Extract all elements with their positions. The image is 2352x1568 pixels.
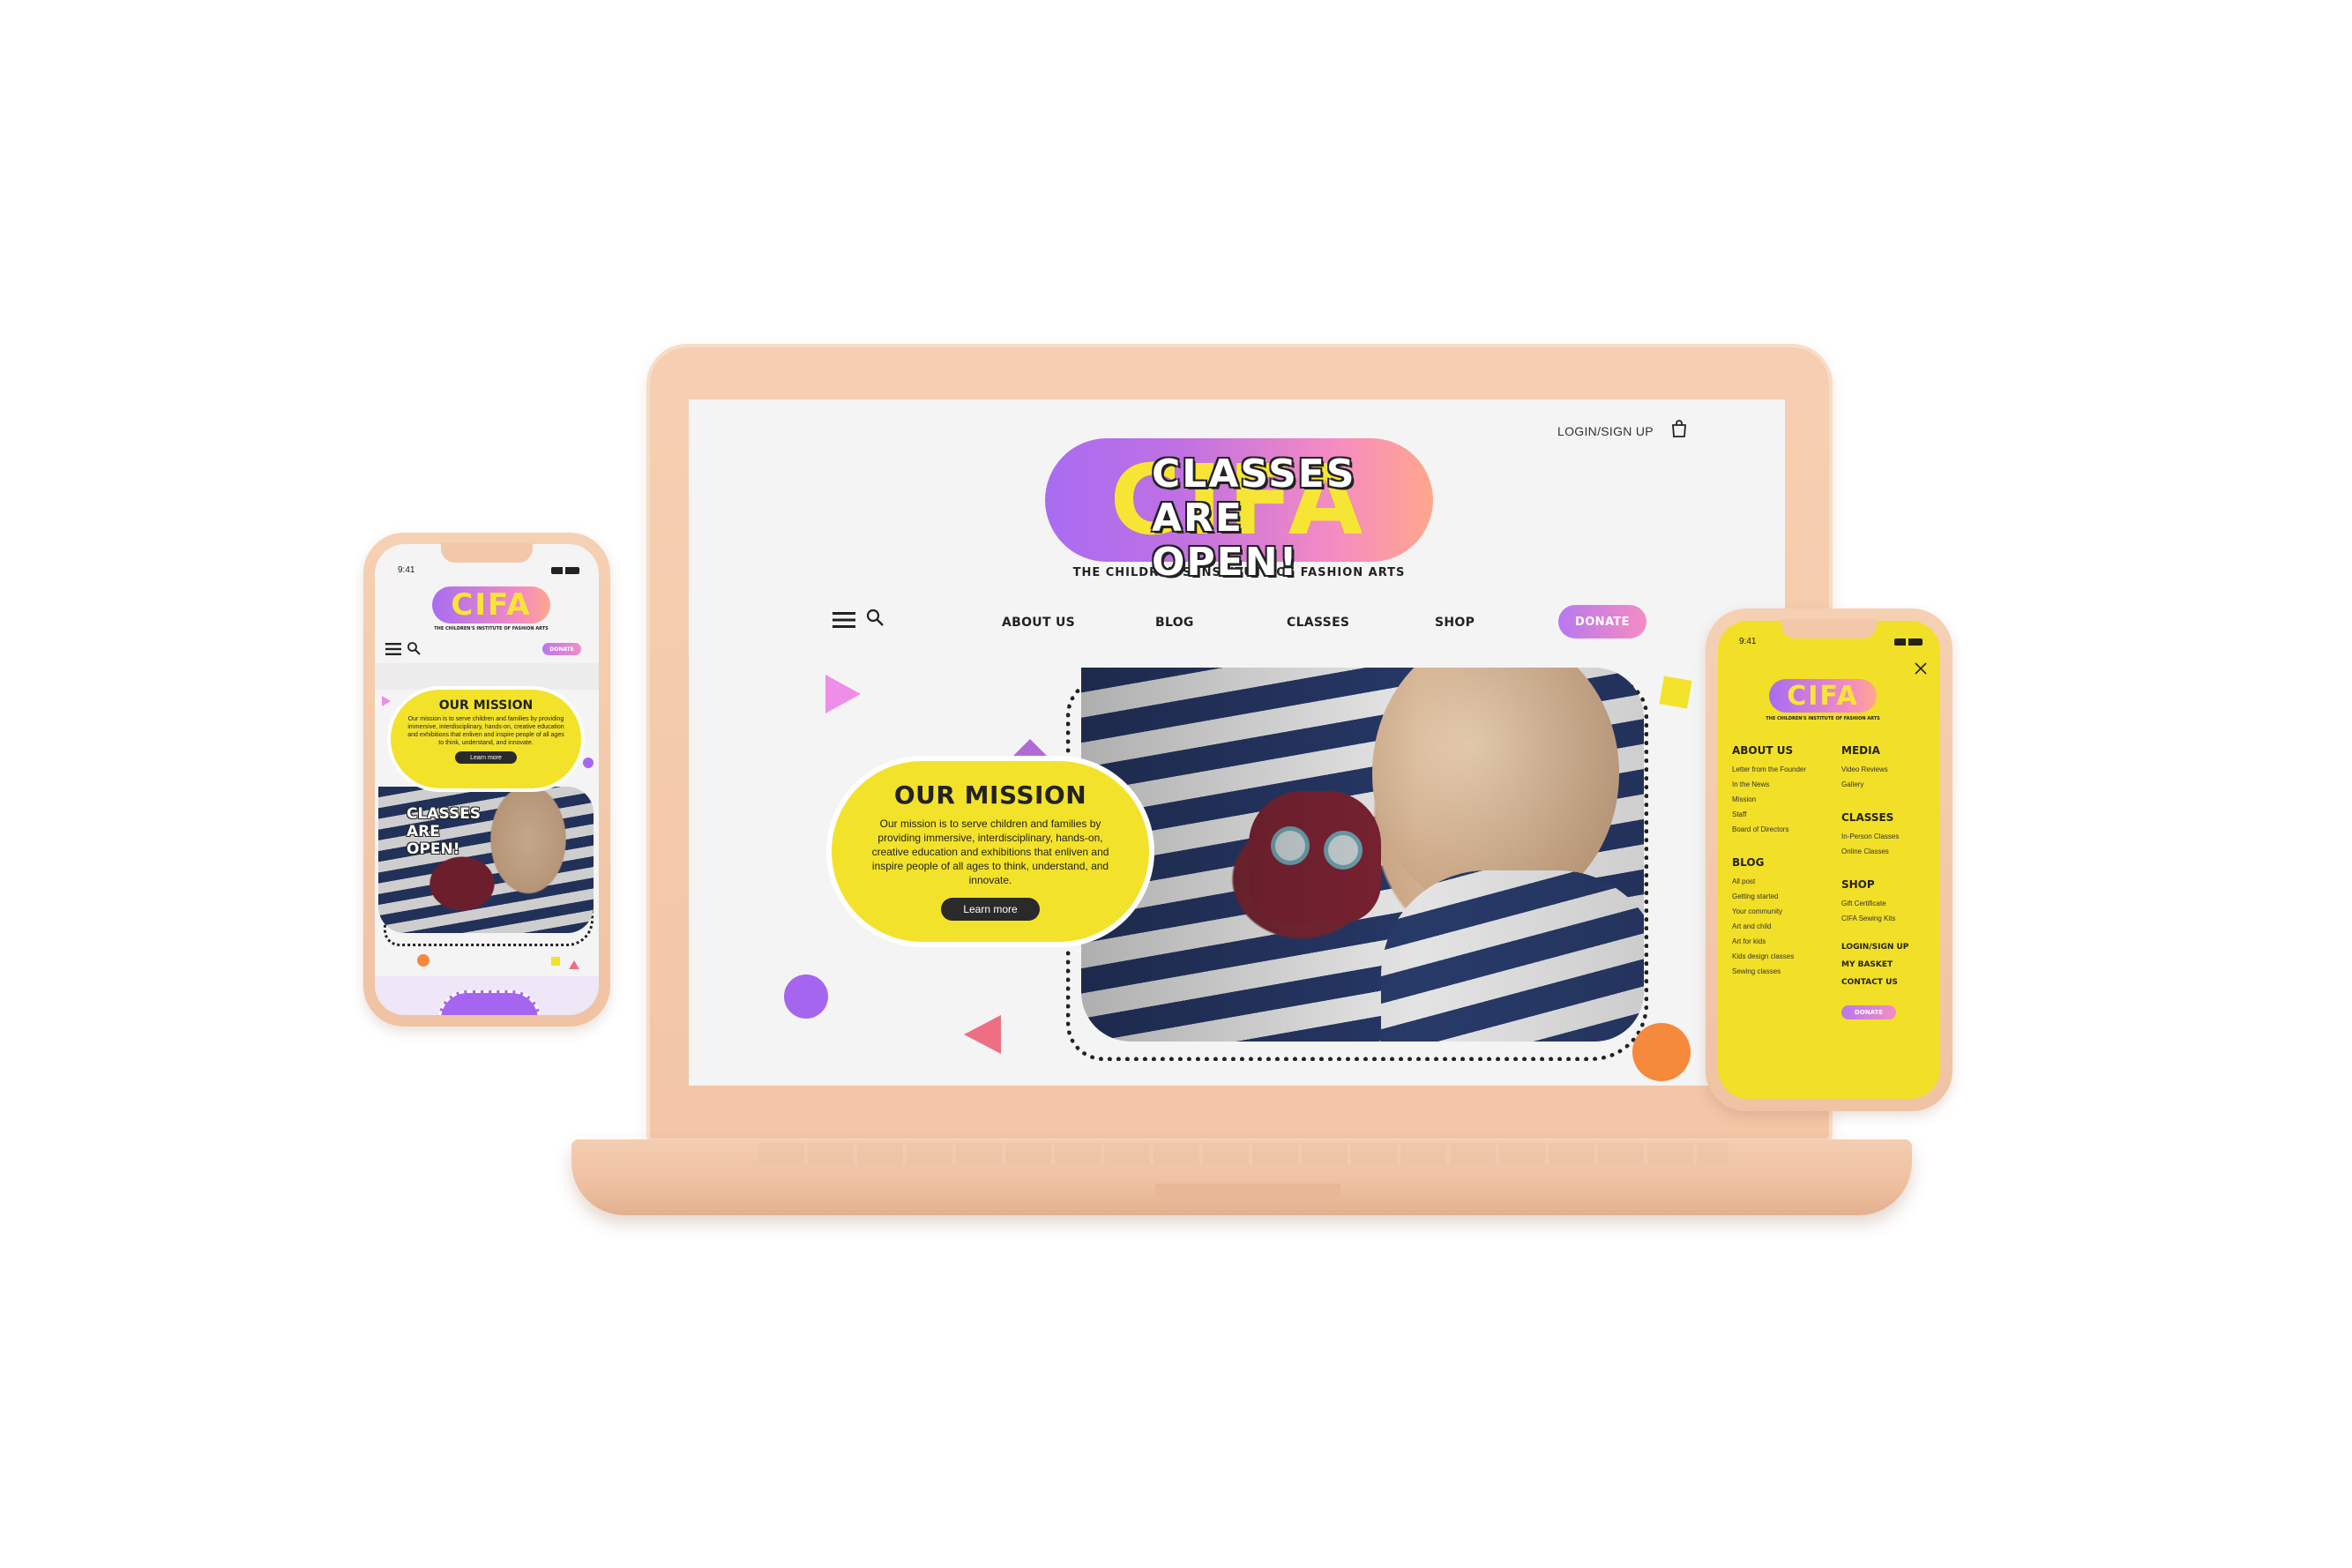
menu-link[interactable]: Staff bbox=[1732, 807, 1833, 822]
decor-triangle-coral bbox=[569, 960, 579, 969]
mobile-cifa-logo[interactable]: CIFA bbox=[432, 586, 550, 623]
decor-circle-orange bbox=[1632, 1023, 1691, 1081]
mobile-website-menu: 9:41 CIFA THE CHILDREN'S INSTITUTE OF FA… bbox=[1718, 621, 1940, 1099]
menu-link[interactable]: Art for kids bbox=[1732, 934, 1833, 949]
mobile-tagline: THE CHILDREN'S INSTITUTE OF FASHION ARTS bbox=[434, 626, 549, 631]
nav-blog[interactable]: BLOG bbox=[1155, 616, 1194, 630]
decor-circle-purple bbox=[583, 758, 594, 768]
mobile-next-section-badge bbox=[438, 990, 541, 1015]
menu-link[interactable]: Getting started bbox=[1732, 889, 1833, 904]
menu-tagline: THE CHILDREN'S INSTITUTE OF FASHION ARTS bbox=[1766, 716, 1880, 721]
close-icon[interactable] bbox=[1914, 661, 1928, 676]
laptop-trackpad-notch bbox=[1155, 1183, 1340, 1201]
menu-donate-button[interactable]: DONATE bbox=[1841, 1005, 1896, 1019]
login-signup-link[interactable]: LOGIN/SIGN UP bbox=[1557, 424, 1654, 438]
menu-blog-title[interactable]: BLOG bbox=[1732, 856, 1833, 869]
menu-classes-title[interactable]: CLASSES bbox=[1841, 811, 1934, 824]
menu-link[interactable]: Kids design classes bbox=[1732, 949, 1833, 964]
status-time: 9:41 bbox=[1739, 637, 1757, 646]
mission-title: OUR MISSION bbox=[893, 780, 1087, 810]
hamburger-icon[interactable] bbox=[385, 643, 401, 655]
menu-link[interactable]: Gallery bbox=[1841, 777, 1934, 792]
mobile-hero-title: CLASSES ARE OPEN! bbox=[407, 805, 482, 858]
menu-cifa-logo[interactable]: CIFA bbox=[1769, 679, 1877, 713]
mobile-mission-title: OUR MISSION bbox=[438, 698, 534, 713]
menu-link[interactable]: In-Person Classes bbox=[1841, 829, 1934, 844]
menu-media-title[interactable]: MEDIA bbox=[1841, 744, 1934, 757]
nav-shop[interactable]: SHOP bbox=[1435, 616, 1475, 630]
menu-link[interactable]: All post bbox=[1732, 874, 1833, 889]
menu-link[interactable]: Gift Certificate bbox=[1841, 896, 1934, 911]
status-icons bbox=[551, 567, 579, 574]
decor-circle-purple bbox=[784, 974, 828, 1019]
hamburger-icon[interactable] bbox=[833, 611, 855, 629]
mobile-donate-button[interactable]: DONATE bbox=[542, 643, 581, 655]
menu-link[interactable]: Board of Directors bbox=[1732, 822, 1833, 837]
menu-link[interactable]: Letter from the Founder bbox=[1732, 762, 1833, 777]
menu-column-left: ABOUT US Letter from the Founder In the … bbox=[1732, 744, 1833, 979]
mobile-mission-card: OUR MISSION Our mission is to serve chil… bbox=[391, 690, 581, 788]
mobile-learn-more-button[interactable]: Learn more bbox=[455, 751, 517, 764]
laptop-keyboard bbox=[758, 1143, 1729, 1164]
mission-text: Our mission is to serve children and fam… bbox=[871, 818, 1109, 886]
nav-about-us[interactable]: ABOUT US bbox=[1002, 616, 1075, 630]
hero-photo bbox=[1081, 668, 1644, 1042]
phone-notch bbox=[441, 543, 533, 563]
menu-link[interactable]: Art and child bbox=[1732, 919, 1833, 934]
decor-square-yellow bbox=[1659, 676, 1692, 709]
decor-circle-orange bbox=[417, 954, 429, 967]
nav-classes[interactable]: CLASSES bbox=[1287, 616, 1349, 630]
menu-link[interactable]: In the News bbox=[1732, 777, 1833, 792]
menu-basket-link[interactable]: MY BASKET bbox=[1841, 956, 1934, 974]
search-icon[interactable] bbox=[407, 641, 421, 655]
menu-contact-link[interactable]: CONTACT US bbox=[1841, 974, 1934, 991]
status-icons bbox=[1894, 638, 1923, 646]
decor-triangle-pink bbox=[825, 675, 861, 713]
menu-shop-title[interactable]: SHOP bbox=[1841, 878, 1934, 891]
learn-more-button[interactable]: Learn more bbox=[941, 898, 1040, 921]
menu-login-link[interactable]: LOGIN/SIGN UP bbox=[1841, 938, 1934, 956]
mobile-divider-band bbox=[375, 663, 599, 690]
menu-link[interactable]: CIFA Sewing Kits bbox=[1841, 911, 1934, 926]
mobile-mission-text: Our mission is to serve children and fam… bbox=[407, 716, 564, 746]
decor-square-yellow bbox=[551, 957, 560, 966]
menu-about-title[interactable]: ABOUT US bbox=[1732, 744, 1833, 757]
decor-triangle-coral bbox=[964, 1015, 1001, 1054]
menu-link[interactable]: Your community bbox=[1732, 904, 1833, 919]
menu-link[interactable]: Sewing classes bbox=[1732, 964, 1833, 979]
desktop-website: LOGIN/SIGN UP CIFA THE CHILDREN'S INSTIT… bbox=[689, 399, 1785, 1086]
mission-card: OUR MISSION Our mission is to serve chil… bbox=[832, 761, 1149, 942]
status-time: 9:41 bbox=[398, 565, 415, 575]
menu-link[interactable]: Online Classes bbox=[1841, 844, 1934, 859]
decor-triangle-pink bbox=[382, 696, 391, 706]
decor-triangle-purple bbox=[1011, 739, 1049, 758]
menu-column-right: MEDIA Video Reviews Gallery CLASSES In-P… bbox=[1841, 744, 1934, 1019]
menu-link[interactable]: Mission bbox=[1732, 792, 1833, 807]
menu-link[interactable]: Video Reviews bbox=[1841, 762, 1934, 777]
shopping-bag-icon[interactable] bbox=[1669, 419, 1689, 438]
mobile-website-home: 9:41 CIFA THE CHILDREN'S INSTITUTE OF FA… bbox=[375, 544, 599, 1015]
donate-button[interactable]: DONATE bbox=[1558, 605, 1646, 638]
hero-title: CLASSES ARE OPEN! bbox=[1152, 452, 1356, 585]
search-icon[interactable] bbox=[865, 608, 885, 627]
phone-notch bbox=[1781, 619, 1877, 638]
